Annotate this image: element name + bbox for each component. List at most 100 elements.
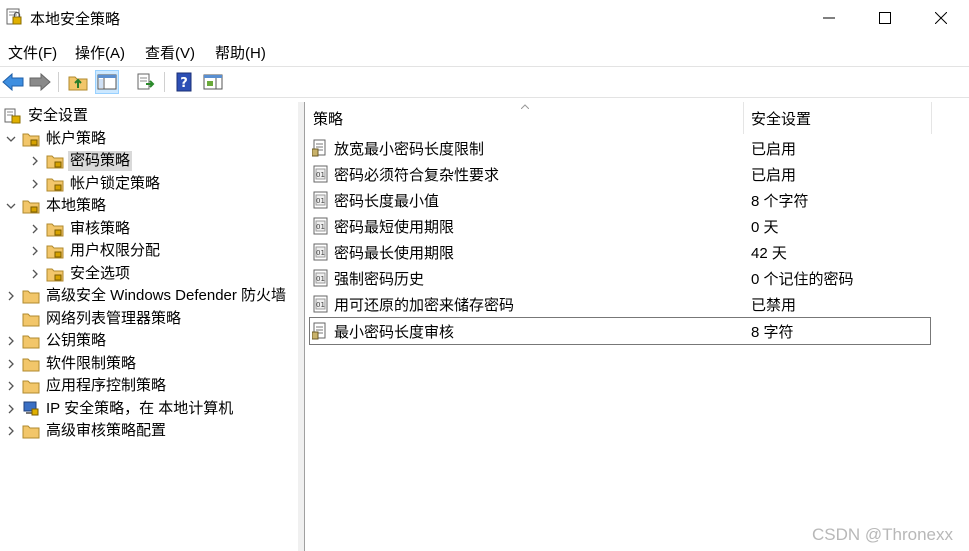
column-divider[interactable]	[743, 102, 744, 134]
tree-pane: 安全设置 帐户策略 密码策略 帐户锁定策略 本地策略 审核策略 用户权限分配 安…	[0, 102, 299, 551]
policy-setting-icon	[312, 322, 326, 340]
svg-text:01: 01	[316, 249, 325, 257]
folder-lock-icon	[46, 268, 64, 282]
policy-name: 密码最长使用期限	[334, 245, 455, 262]
policy-setting-icon: 01	[313, 269, 328, 287]
policy-setting: 0 个记住的密码	[751, 271, 854, 288]
tree-item-ipsec[interactable]: IP 安全策略，在 本地计算机	[4, 398, 235, 420]
policy-setting: 已启用	[751, 141, 797, 158]
watermark: CSDN @Thronexx	[811, 525, 953, 544]
expand-chevron-icon[interactable]	[4, 357, 18, 371]
menu-view[interactable]: 查看(V)	[145, 42, 195, 63]
folder-icon	[22, 358, 40, 372]
svg-text:01: 01	[316, 301, 325, 309]
menu-file[interactable]: 文件(F)	[8, 42, 57, 63]
policy-setting: 0 天	[751, 219, 779, 236]
export-list-icon	[137, 73, 155, 90]
tree-label: 密码策略	[68, 151, 133, 171]
column-header-label: 安全设置	[751, 110, 812, 128]
back-arrow-icon	[2, 73, 24, 91]
sort-ascending-icon	[521, 104, 529, 109]
policy-row[interactable]: 最小密码长度审核 8 字符	[309, 317, 931, 345]
console-view-icon	[203, 74, 223, 90]
close-button[interactable]	[913, 0, 969, 36]
tree-label: 软件限制策略	[46, 355, 137, 372]
tree-item-audit-policy[interactable]: 审核策略	[28, 218, 132, 240]
toolbar-separator	[164, 72, 165, 92]
export-list-button[interactable]	[134, 70, 158, 94]
folder-lock-icon	[46, 245, 64, 259]
policy-setting-icon: 01	[313, 165, 328, 183]
folder-icon	[22, 290, 40, 304]
policy-row[interactable]: 01 强制密码历史 0 个记住的密码	[310, 265, 930, 291]
tree-label: 网络列表管理器策略	[46, 310, 182, 327]
folder-lock-icon	[22, 200, 40, 214]
minimize-button[interactable]	[801, 0, 857, 36]
maximize-button[interactable]	[857, 0, 913, 36]
collapse-chevron-icon[interactable]	[4, 199, 18, 213]
policy-name: 密码最短使用期限	[334, 219, 455, 236]
tree-item-network-list[interactable]: 网络列表管理器策略	[22, 308, 183, 330]
column-divider[interactable]	[931, 102, 932, 134]
column-header-label: 策略	[313, 110, 344, 128]
expand-chevron-icon[interactable]	[4, 334, 18, 348]
pane-splitter[interactable]	[298, 102, 305, 551]
menu-action[interactable]: 操作(A)	[75, 42, 125, 63]
expand-chevron-icon[interactable]	[28, 244, 42, 258]
tree-label: IP 安全策略，在 本地计算机	[46, 400, 234, 417]
expand-chevron-icon[interactable]	[28, 177, 42, 191]
folder-lock-icon	[46, 223, 64, 237]
tree-item-user-rights[interactable]: 用户权限分配	[28, 240, 162, 262]
expand-chevron-icon[interactable]	[28, 222, 42, 236]
tree-item-local-policies[interactable]: 本地策略	[4, 195, 108, 217]
svg-text:01: 01	[316, 171, 325, 179]
policy-name: 用可还原的加密来储存密码	[334, 297, 515, 314]
policy-row[interactable]: 01 密码必须符合复杂性要求 已启用	[310, 161, 930, 187]
menu-help[interactable]: 帮助(H)	[215, 42, 266, 63]
policy-setting: 8 个字符	[751, 193, 809, 210]
show-hide-tree-button[interactable]	[95, 70, 119, 94]
expand-chevron-icon[interactable]	[28, 267, 42, 281]
tree-item-firewall[interactable]: 高级安全 Windows Defender 防火墙	[4, 285, 288, 307]
policy-row[interactable]: 放宽最小密码长度限制 已启用	[310, 135, 930, 161]
policy-row[interactable]: 01 密码最长使用期限 42 天	[310, 239, 930, 265]
toolbar: ?	[0, 66, 969, 98]
policy-setting-icon	[312, 139, 326, 157]
expand-chevron-icon[interactable]	[4, 424, 18, 438]
back-button[interactable]	[1, 70, 25, 94]
tree-item-app-control[interactable]: 应用程序控制策略	[4, 375, 168, 397]
collapse-chevron-icon[interactable]	[4, 132, 18, 146]
tree-item-account-policies[interactable]: 帐户策略	[4, 128, 108, 150]
tree-label: 安全设置	[28, 107, 89, 124]
tree-item-security-settings[interactable]: 安全设置	[4, 105, 90, 127]
expand-chevron-icon[interactable]	[4, 379, 18, 393]
policy-setting: 已禁用	[751, 297, 797, 314]
policy-setting-icon: 01	[313, 217, 328, 235]
tree-item-security-options[interactable]: 安全选项	[28, 263, 132, 285]
policy-row[interactable]: 01 密码长度最小值 8 个字符	[310, 187, 930, 213]
tree-label: 高级安全 Windows Defender 防火墙	[46, 287, 287, 304]
tree-item-lockout-policy[interactable]: 帐户锁定策略	[28, 173, 162, 195]
policy-row[interactable]: 01 密码最短使用期限 0 天	[310, 213, 930, 239]
expand-chevron-icon[interactable]	[4, 402, 18, 416]
console-view-button[interactable]	[201, 70, 225, 94]
expand-chevron-icon[interactable]	[4, 289, 18, 303]
policy-name: 密码必须符合复杂性要求	[334, 167, 500, 184]
help-button[interactable]: ?	[172, 70, 196, 94]
tree-item-password-policy[interactable]: 密码策略	[28, 150, 133, 172]
up-one-level-button[interactable]	[66, 70, 90, 94]
tree-label: 用户权限分配	[70, 242, 161, 259]
show-hide-tree-icon	[97, 74, 117, 90]
tree-item-public-key[interactable]: 公钥策略	[4, 330, 108, 352]
tree-item-advanced-audit[interactable]: 高级审核策略配置	[4, 420, 168, 442]
policy-row[interactable]: 01 用可还原的加密来储存密码 已禁用	[310, 291, 930, 317]
help-icon: ?	[176, 72, 192, 92]
column-header-setting[interactable]: 安全设置	[751, 102, 931, 134]
tree-item-software-restriction[interactable]: 软件限制策略	[4, 353, 138, 375]
forward-button[interactable]	[28, 70, 52, 94]
svg-text:01: 01	[316, 223, 325, 231]
folder-icon	[22, 425, 40, 439]
expand-chevron-icon[interactable]	[28, 154, 42, 168]
menu-bar: 文件(F) 操作(A) 查看(V) 帮助(H)	[0, 38, 969, 64]
policy-name: 密码长度最小值	[334, 193, 440, 210]
